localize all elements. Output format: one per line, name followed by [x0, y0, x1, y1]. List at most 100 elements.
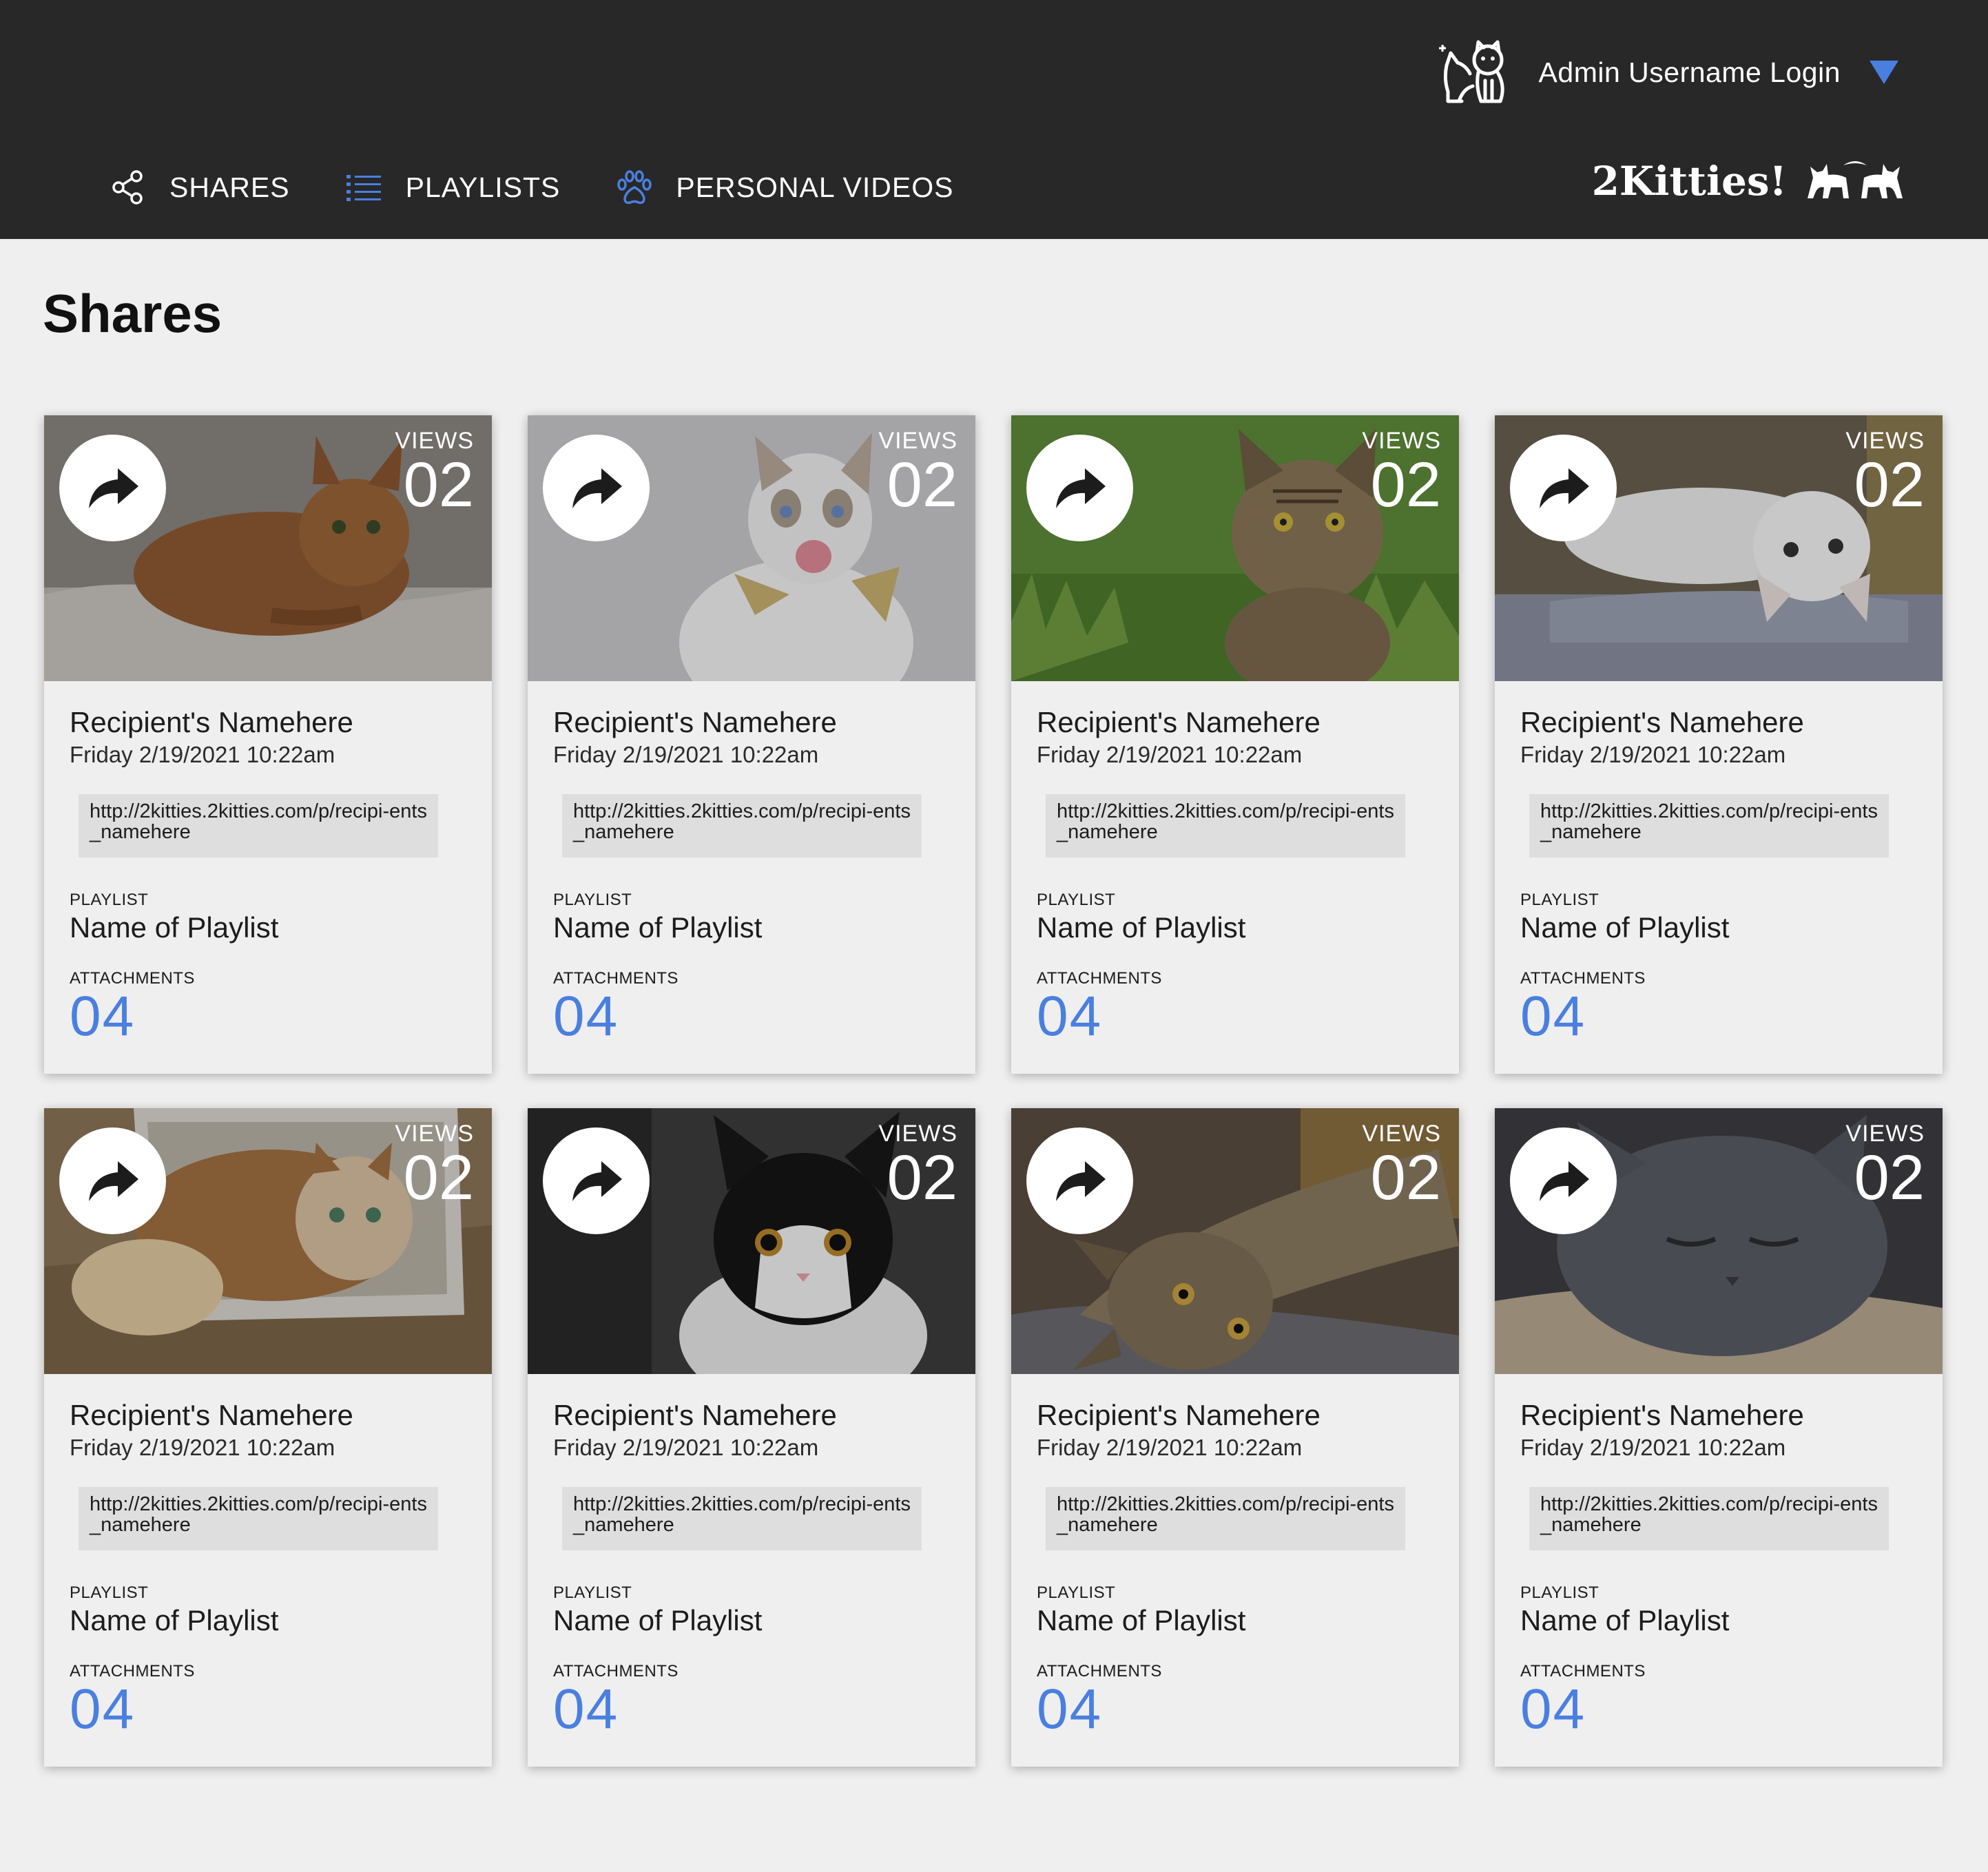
playlist-name: Name of Playlist — [553, 911, 763, 944]
share-card[interactable]: VIEWS 02 Recipient's Namehere Friday 2/1… — [528, 415, 975, 1074]
nav-label-playlists[interactable]: PLAYLISTS — [406, 171, 561, 204]
share-link[interactable]: http://2kitties.2kitties.com/p/recipi-en… — [562, 794, 922, 857]
playlist-label: PLAYLIST — [1037, 891, 1116, 909]
share-arrow-icon — [88, 468, 138, 508]
share-link[interactable]: http://2kitties.2kitties.com/p/recipi-en… — [79, 1487, 438, 1550]
list-icon — [346, 175, 381, 201]
playlist-label: PLAYLIST — [1520, 891, 1599, 909]
recipient-name: Recipient's Namehere — [1037, 706, 1321, 738]
share-card[interactable]: VIEWS 02 Recipient's Namehere Friday 2/1… — [1495, 1108, 1943, 1767]
page-title: Shares — [43, 283, 222, 344]
card-thumbnail[interactable]: VIEWS 02 — [528, 1108, 975, 1374]
playlist-name: Name of Playlist — [70, 911, 279, 944]
share-date: Friday 2/19/2021 10:22am — [70, 742, 335, 767]
share-date: Friday 2/19/2021 10:22am — [1520, 1435, 1786, 1460]
share-button[interactable] — [59, 1127, 166, 1234]
playlist-name: Name of Playlist — [1037, 911, 1246, 944]
share-button[interactable] — [543, 435, 650, 541]
share-card[interactable]: VIEWS 02 Recipient's Namehere Friday 2/1… — [528, 1108, 975, 1767]
share-button[interactable] — [1026, 435, 1133, 541]
nav-label-personal-videos[interactable]: PERSONAL VIDEOS — [676, 171, 953, 204]
playlist-label: PLAYLIST — [1520, 1583, 1599, 1602]
views-count: 02 — [887, 450, 957, 520]
card-thumbnail[interactable]: VIEWS 02 — [1495, 415, 1943, 681]
views-count: 02 — [1370, 1143, 1441, 1213]
card-thumbnail[interactable]: VIEWS 02 — [44, 1108, 492, 1374]
brand-logo[interactable]: 2Kitties! — [1592, 157, 1907, 205]
attachments-count: 04 — [1520, 985, 1586, 1048]
playlist-label: PLAYLIST — [553, 1583, 632, 1602]
views-count: 02 — [887, 1143, 957, 1213]
share-card[interactable]: VIEWS 02 Recipient's Namehere Friday 2/1… — [44, 415, 492, 1074]
recipient-name: Recipient's Namehere — [70, 706, 353, 738]
attachments-count: 04 — [70, 1678, 136, 1740]
views-count: 02 — [1854, 1143, 1925, 1213]
views-counter: VIEWS 02 — [395, 1121, 474, 1209]
share-button[interactable] — [543, 1127, 650, 1234]
nav-item-personal-videos[interactable]: PERSONAL VIDEOS — [615, 168, 953, 207]
main-nav: SHARES PLAYLISTS PERSONAL VIDEOS — [109, 160, 1008, 215]
attachments-count: 04 — [70, 985, 136, 1048]
top-bar: Admin Username Login SHARES PLAYLISTS PE… — [0, 0, 1988, 239]
views-counter: VIEWS 02 — [1362, 1121, 1441, 1209]
card-thumbnail[interactable]: VIEWS 02 — [528, 415, 975, 681]
views-counter: VIEWS 02 — [1845, 1121, 1925, 1209]
share-link[interactable]: http://2kitties.2kitties.com/p/recipi-en… — [79, 794, 438, 857]
user-menu[interactable]: Admin Username Login — [1438, 28, 1898, 117]
share-arrow-icon — [1539, 468, 1589, 508]
share-button[interactable] — [1026, 1127, 1133, 1234]
share-link[interactable]: http://2kitties.2kitties.com/p/recipi-en… — [562, 1487, 922, 1550]
views-counter: VIEWS 02 — [878, 428, 957, 517]
attachments-count: 04 — [553, 985, 619, 1048]
card-thumbnail[interactable]: VIEWS 02 — [1011, 1108, 1459, 1374]
views-count: 02 — [403, 1143, 474, 1213]
attachments-count: 04 — [1520, 1678, 1586, 1740]
attachments-count: 04 — [1037, 1678, 1103, 1740]
card-thumbnail[interactable]: VIEWS 02 — [1495, 1108, 1943, 1374]
recipient-name: Recipient's Namehere — [553, 1399, 837, 1431]
paw-icon — [617, 170, 652, 205]
share-link[interactable]: http://2kitties.2kitties.com/p/recipi-en… — [1529, 794, 1889, 857]
nav-item-shares[interactable]: SHARES — [109, 168, 290, 207]
dropdown-caret-icon[interactable] — [1870, 61, 1898, 84]
share-card[interactable]: VIEWS 02 Recipient's Namehere Friday 2/1… — [1495, 415, 1943, 1074]
share-button[interactable] — [1510, 1127, 1617, 1234]
share-date: Friday 2/19/2021 10:22am — [1037, 742, 1303, 767]
share-arrow-icon — [1539, 1161, 1589, 1201]
attachments-count: 04 — [1037, 985, 1103, 1048]
share-arrow-icon — [1055, 1161, 1106, 1201]
share-card[interactable]: VIEWS 02 Recipient's Namehere Friday 2/1… — [44, 1108, 492, 1767]
attachments-count: 04 — [553, 1678, 619, 1740]
recipient-name: Recipient's Namehere — [70, 1399, 353, 1431]
recipient-name: Recipient's Namehere — [1037, 1399, 1321, 1431]
share-date: Friday 2/19/2021 10:22am — [553, 742, 819, 767]
cat-user-icon — [1438, 40, 1504, 103]
brand-name: 2Kitties! — [1591, 158, 1787, 205]
playlist-label: PLAYLIST — [70, 891, 149, 909]
share-link[interactable]: http://2kitties.2kitties.com/p/recipi-en… — [1046, 1487, 1405, 1550]
playlist-label: PLAYLIST — [553, 891, 632, 909]
playlist-name: Name of Playlist — [1520, 911, 1730, 944]
share-arrow-icon — [1055, 468, 1106, 508]
share-arrow-icon — [572, 1161, 622, 1201]
recipient-name: Recipient's Namehere — [553, 706, 837, 738]
share-link[interactable]: http://2kitties.2kitties.com/p/recipi-en… — [1046, 794, 1405, 857]
views-counter: VIEWS 02 — [1845, 428, 1925, 517]
views-count: 02 — [1854, 450, 1925, 520]
user-login-label[interactable]: Admin Username Login — [1539, 56, 1841, 89]
share-card[interactable]: VIEWS 02 Recipient's Namehere Friday 2/1… — [1011, 1108, 1459, 1767]
playlist-label: PLAYLIST — [70, 1583, 149, 1602]
share-card[interactable]: VIEWS 02 Recipient's Namehere Friday 2/1… — [1011, 415, 1459, 1074]
views-count: 02 — [1370, 450, 1441, 520]
playlist-name: Name of Playlist — [70, 1604, 279, 1636]
nav-item-playlists[interactable]: PLAYLISTS — [345, 168, 561, 207]
share-link[interactable]: http://2kitties.2kitties.com/p/recipi-en… — [1529, 1487, 1889, 1550]
playlist-name: Name of Playlist — [1520, 1604, 1730, 1636]
nav-label-shares[interactable]: SHARES — [169, 171, 290, 204]
two-cats-logo-icon — [1808, 161, 1903, 198]
share-button[interactable] — [1510, 435, 1617, 541]
card-thumbnail[interactable]: VIEWS 02 — [1011, 415, 1459, 681]
recipient-name: Recipient's Namehere — [1520, 706, 1804, 738]
card-thumbnail[interactable]: VIEWS 02 — [44, 415, 492, 681]
share-button[interactable] — [59, 435, 166, 541]
